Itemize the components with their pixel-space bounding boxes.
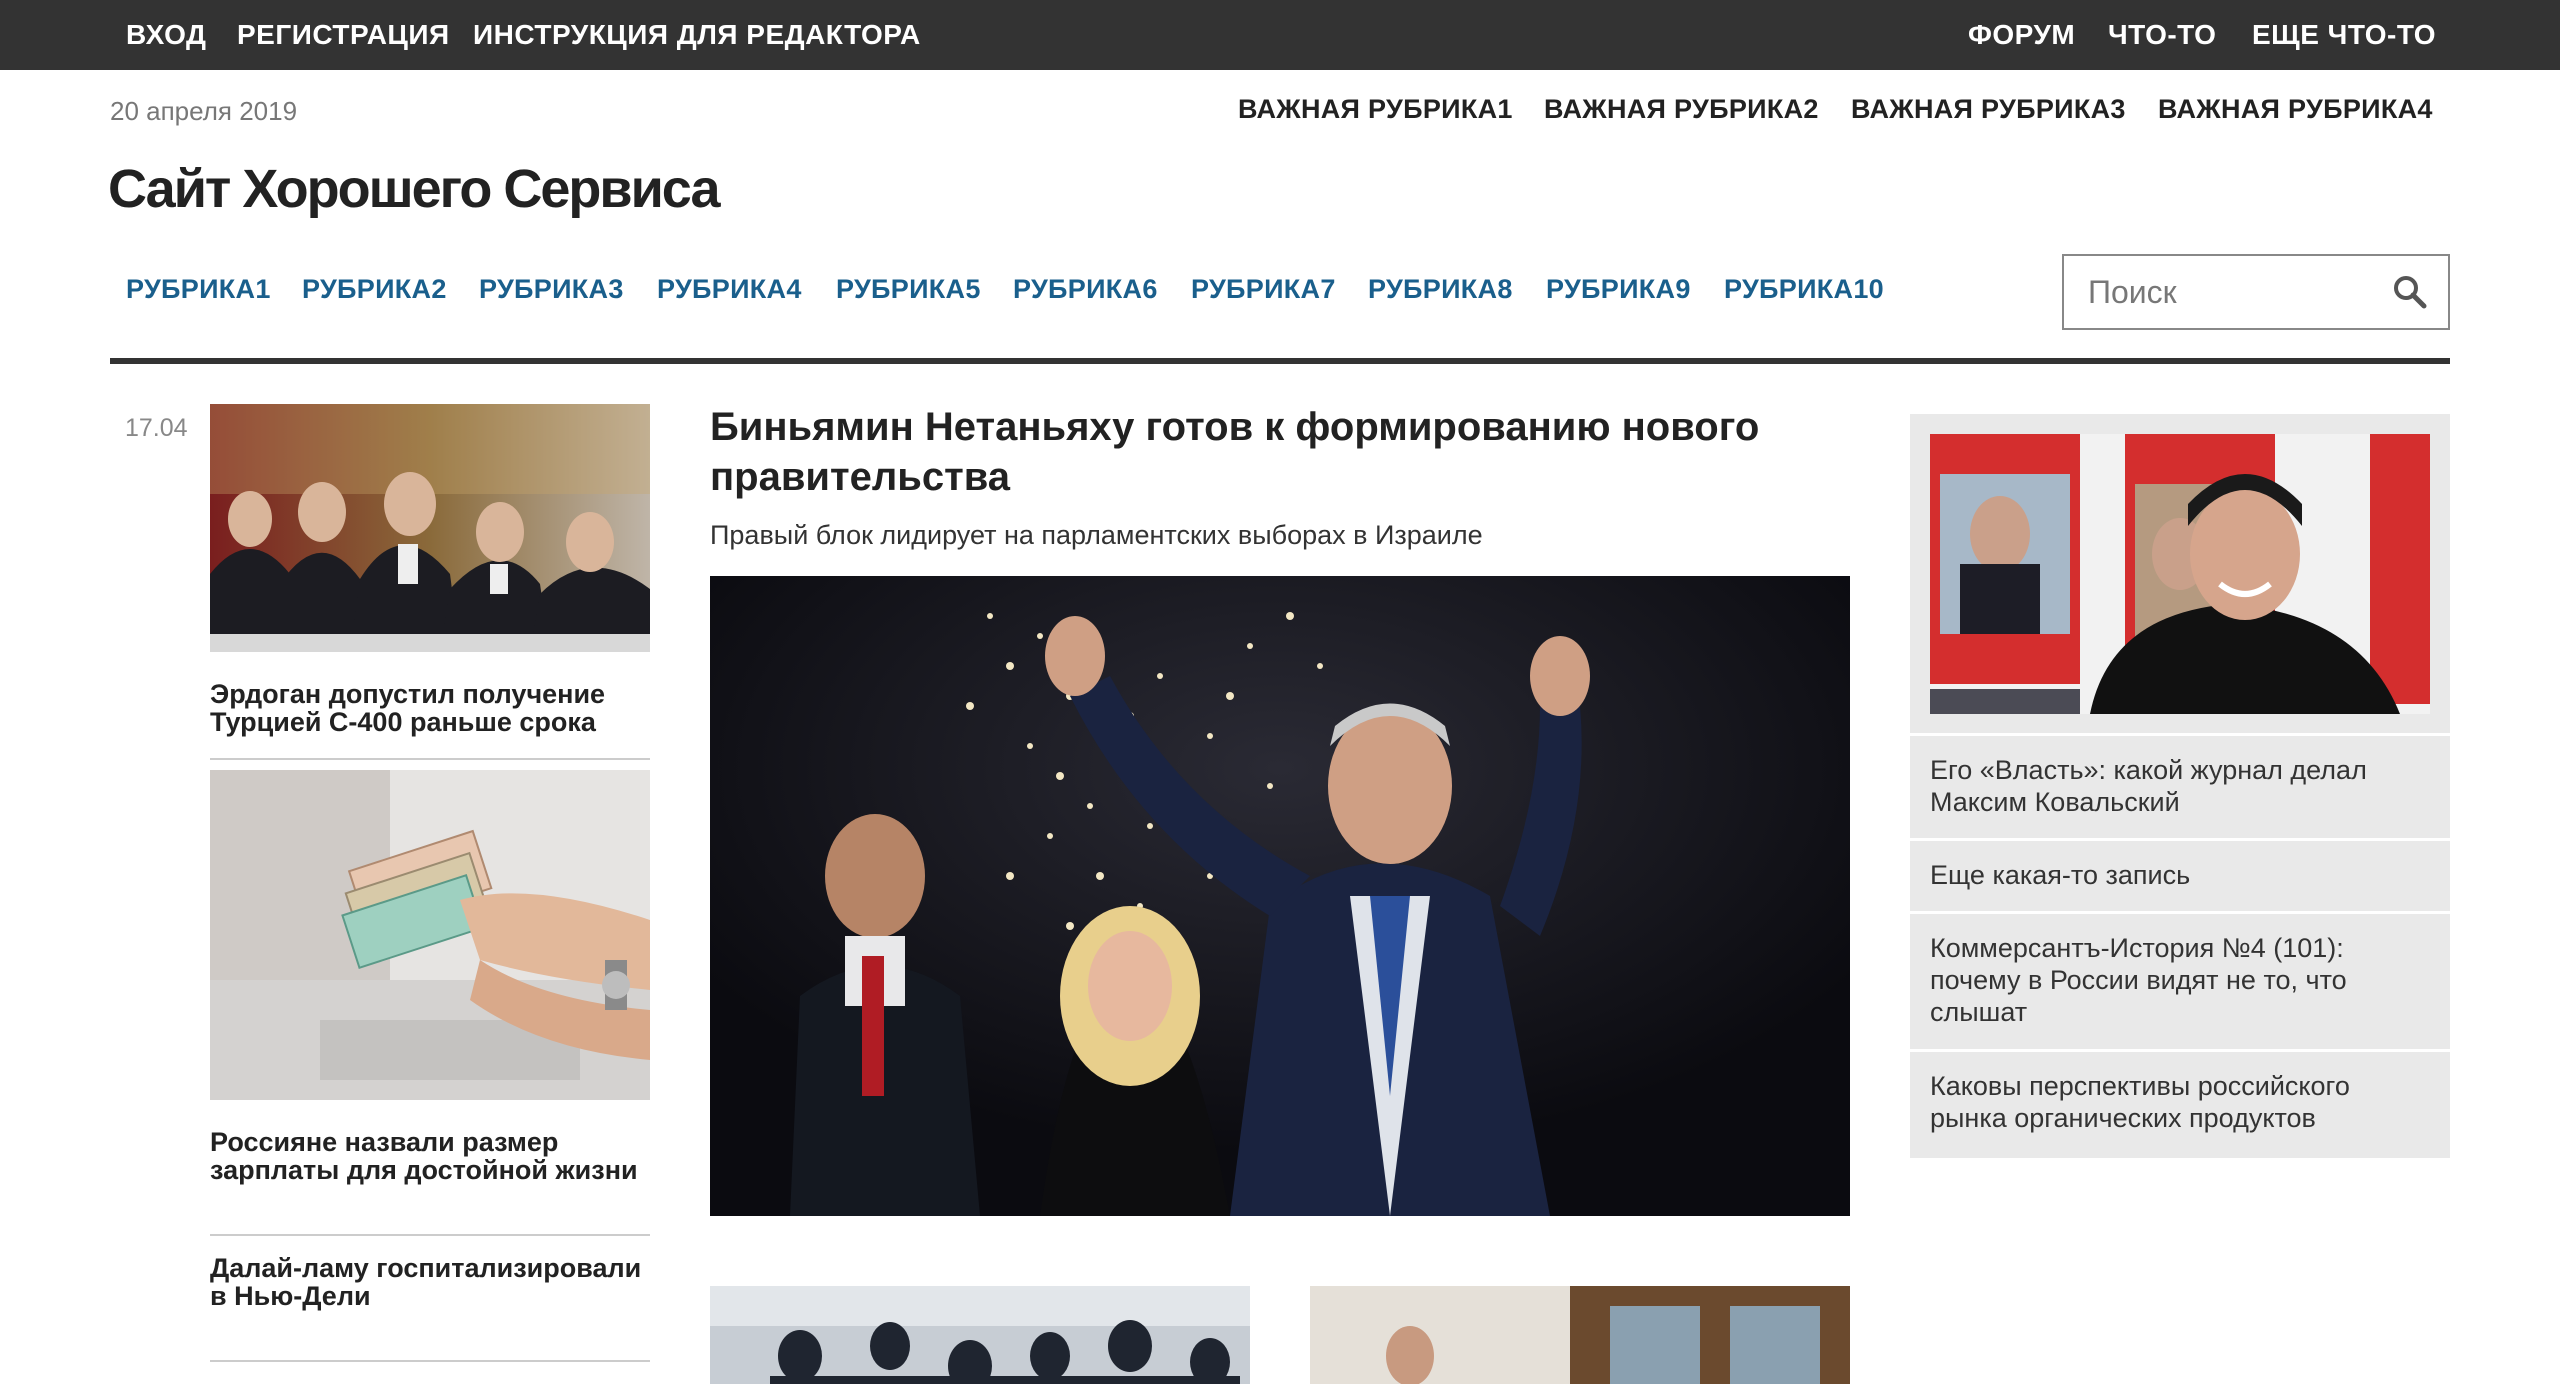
article-image-crowd[interactable] — [710, 1286, 1250, 1384]
header-divider — [110, 358, 2450, 364]
login-link[interactable]: ВХОД — [126, 0, 206, 70]
rubric-8[interactable]: РУБРИКА8 — [1368, 274, 1513, 305]
register-link[interactable]: РЕГИСТРАЦИЯ — [237, 0, 450, 70]
rubric-9[interactable]: РУБРИКА9 — [1546, 274, 1691, 305]
rubric-2[interactable]: РУБРИКА2 — [302, 274, 447, 305]
sidebar-item-organic[interactable]: Каковы перспективы российского рынка орг… — [1910, 1049, 2450, 1157]
important-rubric-4[interactable]: ВАЖНАЯ РУБРИКА4 — [2158, 94, 2433, 125]
forum-link[interactable]: ФОРУМ — [1968, 0, 2075, 70]
news-date: 17.04 — [125, 414, 188, 442]
sidebar-item-record[interactable]: Еще какая-то запись — [1910, 838, 2450, 912]
top-bar: ВХОД РЕГИСТРАЦИЯ ИНСТРУКЦИЯ ДЛЯ РЕДАКТОР… — [0, 0, 2560, 70]
important-rubric-3[interactable]: ВАЖНАЯ РУБРИКА3 — [1851, 94, 2126, 125]
sidebar-item-kommersant[interactable]: Коммерсантъ-История №4 (101): почему в Р… — [1910, 911, 2450, 1051]
something-else-link[interactable]: ЕЩЕ ЧТО-ТО — [2252, 0, 2436, 70]
something-link[interactable]: ЧТО-ТО — [2108, 0, 2216, 70]
rubric-1[interactable]: РУБРИКА1 — [126, 274, 271, 305]
main-article-subtitle: Правый блок лидирует на парламентских вы… — [710, 520, 1483, 550]
main-article-image[interactable] — [710, 576, 1850, 1216]
important-rubric-1[interactable]: ВАЖНАЯ РУБРИКА1 — [1238, 94, 1513, 125]
news-title-dalai-lama[interactable]: Далай-ламу госпитализировали в Нью-Дели — [210, 1254, 650, 1310]
site-logo[interactable]: Сайт Хорошего Сервиса — [108, 158, 721, 220]
rubric-3[interactable]: РУБРИКА3 — [479, 274, 624, 305]
important-rubric-2[interactable]: ВАЖНАЯ РУБРИКА2 — [1544, 94, 1819, 125]
news-title-salary[interactable]: Россияне назвали размер зарплаты для дос… — [210, 1128, 650, 1184]
article-image-man[interactable] — [1310, 1286, 1850, 1384]
news-divider — [210, 758, 650, 760]
news-divider — [210, 1360, 650, 1362]
rubric-6[interactable]: РУБРИКА6 — [1013, 274, 1158, 305]
search-icon[interactable] — [2392, 274, 2428, 310]
news-title-erdogan[interactable]: Эрдоган допустил получение Турцией С-400… — [210, 680, 650, 736]
rubric-4[interactable]: РУБРИКА4 — [657, 274, 802, 305]
search-input[interactable] — [2064, 256, 2384, 328]
main-article-title[interactable]: Биньямин Нетаньяху готов к формированию … — [710, 402, 1860, 502]
news-image-erdogan[interactable] — [210, 404, 650, 652]
sidebar-item-vlast[interactable]: Его «Власть»: какой журнал делал Максим … — [1910, 733, 2450, 841]
search-box — [2062, 254, 2450, 330]
current-date: 20 апреля 2019 — [110, 96, 298, 126]
editor-instructions-link[interactable]: ИНСТРУКЦИЯ ДЛЯ РЕДАКТОРА — [473, 0, 921, 70]
rubric-10[interactable]: РУБРИКА10 — [1724, 274, 1884, 305]
news-image-salary[interactable] — [210, 770, 650, 1100]
sidebar-image-vlast[interactable] — [1930, 434, 2430, 714]
rubric-7[interactable]: РУБРИКА7 — [1191, 274, 1336, 305]
rubric-5[interactable]: РУБРИКА5 — [836, 274, 981, 305]
news-divider — [210, 1234, 650, 1236]
